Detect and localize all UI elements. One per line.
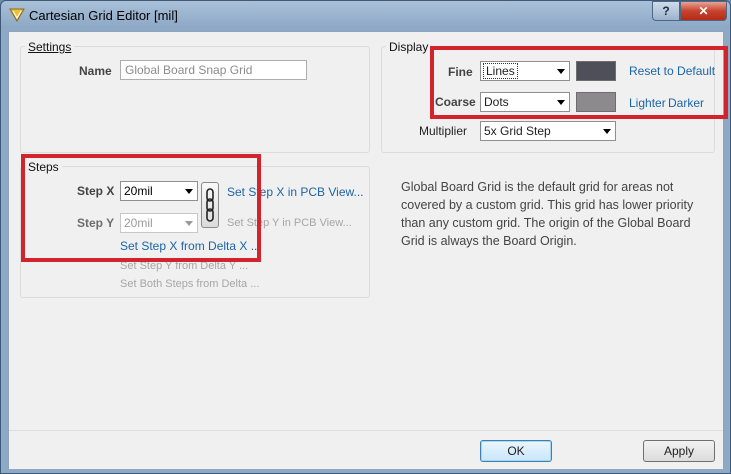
display-highlight-box — [430, 46, 728, 119]
display-legend: Display — [386, 40, 432, 54]
window-title: Cartesian Grid Editor [mil] — [29, 8, 178, 23]
dialog-client: Settings Name Global Board Snap Grid Dis… — [8, 31, 728, 469]
settings-legend: Settings — [25, 40, 75, 54]
dialog-window: Cartesian Grid Editor [mil] ? ✕ Settings… — [0, 0, 731, 474]
help-button[interactable]: ? — [652, 1, 680, 21]
multiplier-label: Multiplier — [419, 124, 468, 138]
ok-button[interactable]: OK — [480, 440, 552, 462]
name-label: Name — [79, 64, 112, 78]
dialog-footer — [9, 430, 723, 469]
chevron-down-icon — [603, 129, 611, 134]
name-field[interactable]: Global Board Snap Grid — [120, 60, 307, 80]
multiplier-select[interactable]: 5x Grid Step — [480, 121, 616, 141]
multiplier-select-value: 5x Grid Step — [484, 124, 551, 138]
app-icon — [9, 8, 25, 22]
title-bar[interactable]: Cartesian Grid Editor [mil] ? ✕ — [1, 1, 730, 29]
steps-highlight-box — [21, 154, 261, 262]
close-button[interactable]: ✕ — [680, 1, 727, 21]
grid-description: Global Board Grid is the default grid fo… — [401, 180, 694, 248]
apply-button[interactable]: Apply — [643, 440, 715, 462]
set-both-steps-delta-link[interactable]: Set Both Steps from Delta ... — [120, 278, 259, 290]
